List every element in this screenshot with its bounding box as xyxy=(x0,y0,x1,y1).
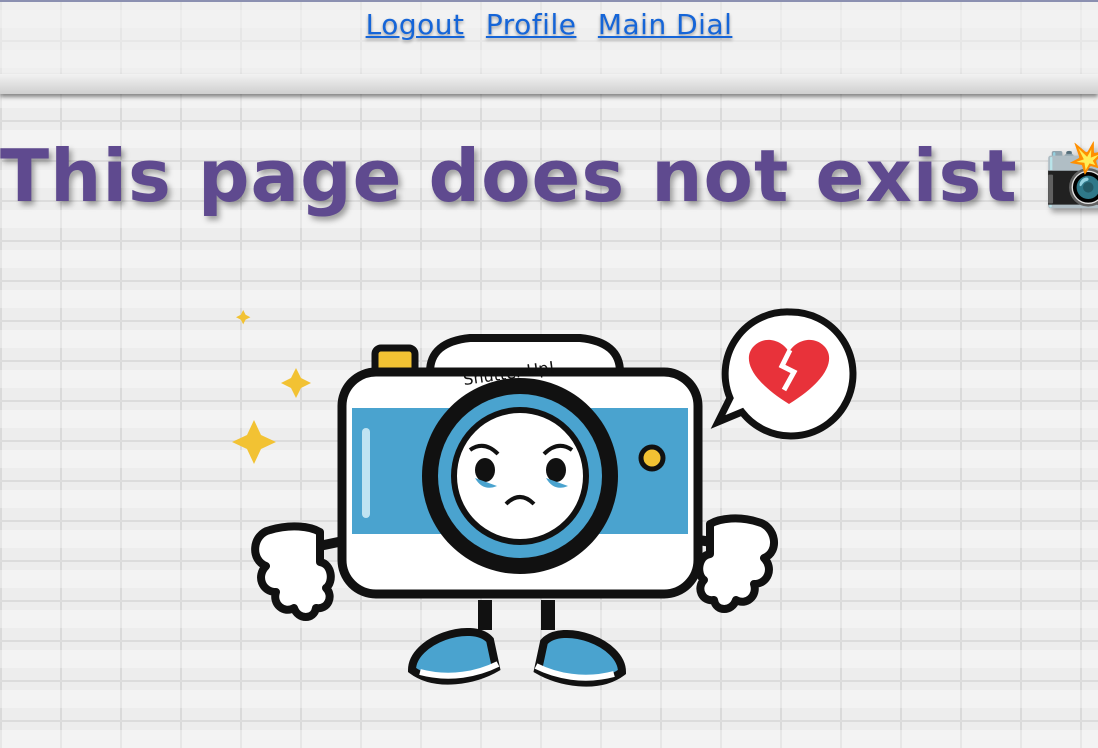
top-nav: Logout Profile Main Dial xyxy=(0,8,1098,41)
page-title-text: This page does not exist xyxy=(0,134,1018,218)
sad-camera-illustration: Shutter-Up! xyxy=(232,308,857,687)
top-bar-ledge xyxy=(0,74,1098,94)
shoe-left xyxy=(407,627,501,685)
thumbs-down-icon xyxy=(695,514,778,613)
sparkle-icon xyxy=(232,310,311,464)
main-dial-link[interactable]: Main Dial xyxy=(598,8,733,41)
broken-heart-speech-bubble xyxy=(710,308,857,440)
top-bar: Logout Profile Main Dial xyxy=(0,0,1098,94)
profile-link[interactable]: Profile xyxy=(486,8,577,41)
thumbs-down-icon xyxy=(251,522,335,621)
camera-flash-icon: 📸 xyxy=(1043,137,1098,211)
page-title: This page does not exist 📸 xyxy=(0,134,1098,218)
logout-link[interactable]: Logout xyxy=(366,8,465,41)
sad-camera-icon: Shutter-Up! xyxy=(337,334,703,599)
shoe-right xyxy=(533,629,627,687)
